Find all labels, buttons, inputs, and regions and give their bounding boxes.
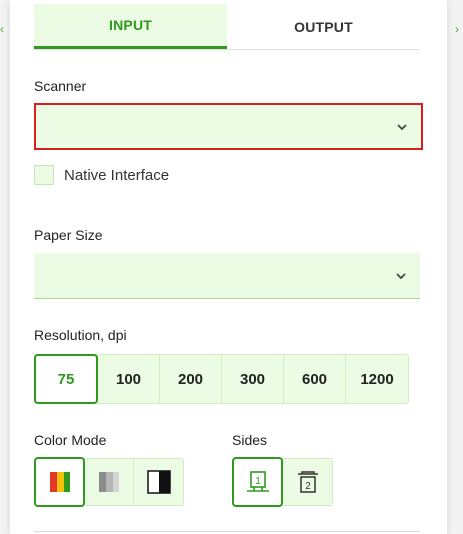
sides-label: Sides <box>232 432 268 448</box>
scanner-select[interactable] <box>34 103 423 150</box>
background-edge-mark: ‹ <box>0 22 4 36</box>
single-sided-icon: 1 <box>246 471 269 492</box>
color-mode-color-icon <box>49 472 70 492</box>
single-sided-button[interactable]: 1 <box>232 457 283 507</box>
double-sided-button[interactable]: 2 <box>283 459 332 505</box>
paper-size-select[interactable] <box>34 253 420 299</box>
color-mode-selector <box>34 457 184 507</box>
resolution-option[interactable]: 1200 <box>346 355 408 403</box>
divider <box>34 531 420 532</box>
tab-output[interactable]: OUTPUT <box>227 4 420 49</box>
resolution-option[interactable]: 300 <box>222 355 284 403</box>
resolution-option[interactable]: 200 <box>160 355 222 403</box>
resolution-option[interactable]: 600 <box>284 355 346 403</box>
resolution-label: Resolution, dpi <box>34 327 127 343</box>
paper-size-label: Paper Size <box>34 227 103 243</box>
color-mode-label: Color Mode <box>34 432 107 448</box>
native-interface-checkbox[interactable] <box>34 165 54 185</box>
native-interface-row[interactable]: Native Interface <box>34 165 169 185</box>
color-mode-grayscale-button[interactable] <box>85 459 134 505</box>
color-mode-bw-button[interactable] <box>134 459 183 505</box>
tab-input[interactable]: INPUT <box>34 4 227 49</box>
scanner-label: Scanner <box>34 78 87 94</box>
resolution-option[interactable]: 100 <box>98 355 160 403</box>
color-mode-grayscale-icon <box>99 472 119 492</box>
color-mode-bw-icon <box>146 470 171 494</box>
resolution-option[interactable]: 75 <box>34 354 98 404</box>
sides-selector: 1 2 <box>232 457 333 507</box>
tab-bar: INPUT OUTPUT <box>34 4 420 50</box>
double-sided-icon: 2 <box>297 471 318 493</box>
native-interface-label: Native Interface <box>64 166 170 184</box>
chevron-down-icon <box>397 123 407 130</box>
double-sided-number: 2 <box>305 481 311 492</box>
background-edge-mark: › <box>455 22 459 36</box>
scan-settings-panel: INPUT OUTPUT Scanner Native Interface Pa… <box>10 0 447 534</box>
color-mode-color-button[interactable] <box>34 457 85 507</box>
single-sided-number: 1 <box>255 476 261 487</box>
resolution-selector: 75 100 200 300 600 1200 <box>34 354 409 404</box>
chevron-down-icon <box>396 272 406 279</box>
